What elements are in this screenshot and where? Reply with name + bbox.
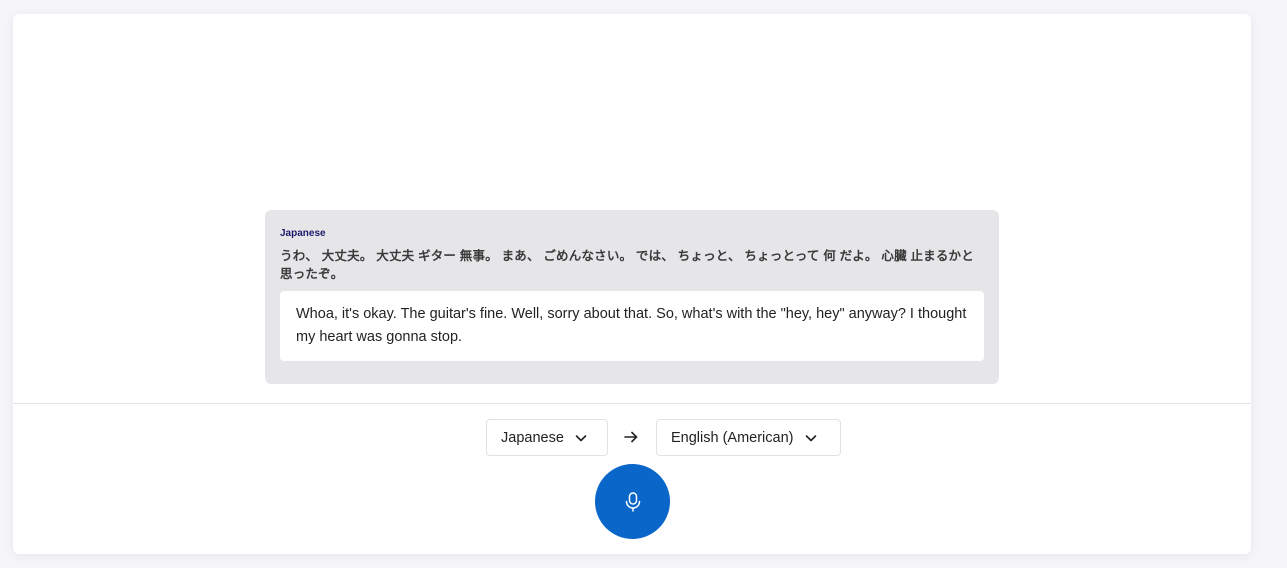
- arrow-right-icon: [622, 428, 640, 446]
- microphone-icon: [623, 491, 643, 513]
- controls-bar: Japanese English (American): [13, 404, 1251, 554]
- chevron-down-icon: [804, 431, 818, 445]
- microphone-button[interactable]: [595, 464, 670, 539]
- translated-text: Whoa, it's okay. The guitar's fine. Well…: [296, 306, 967, 345]
- source-language-select-label: Japanese: [501, 429, 564, 446]
- source-language-label: Japanese: [280, 228, 326, 239]
- target-language-select-label: English (American): [671, 429, 794, 446]
- source-language-select[interactable]: Japanese: [486, 419, 608, 456]
- chevron-down-icon: [574, 431, 588, 445]
- transcript-area: Japanese うわ、 大丈夫。 大丈夫 ギター 無事。 まあ、 ごめんなさい…: [13, 14, 1251, 403]
- translation-box: Whoa, it's okay. The guitar's fine. Well…: [280, 291, 984, 361]
- translator-card: Japanese うわ、 大丈夫。 大丈夫 ギター 無事。 まあ、 ごめんなさい…: [13, 14, 1251, 554]
- transcript-bubble: Japanese うわ、 大丈夫。 大丈夫 ギター 無事。 まあ、 ごめんなさい…: [265, 210, 999, 384]
- target-language-select[interactable]: English (American): [656, 419, 841, 456]
- source-text: うわ、 大丈夫。 大丈夫 ギター 無事。 まあ、 ごめんなさい。 では、 ちょっ…: [280, 249, 974, 281]
